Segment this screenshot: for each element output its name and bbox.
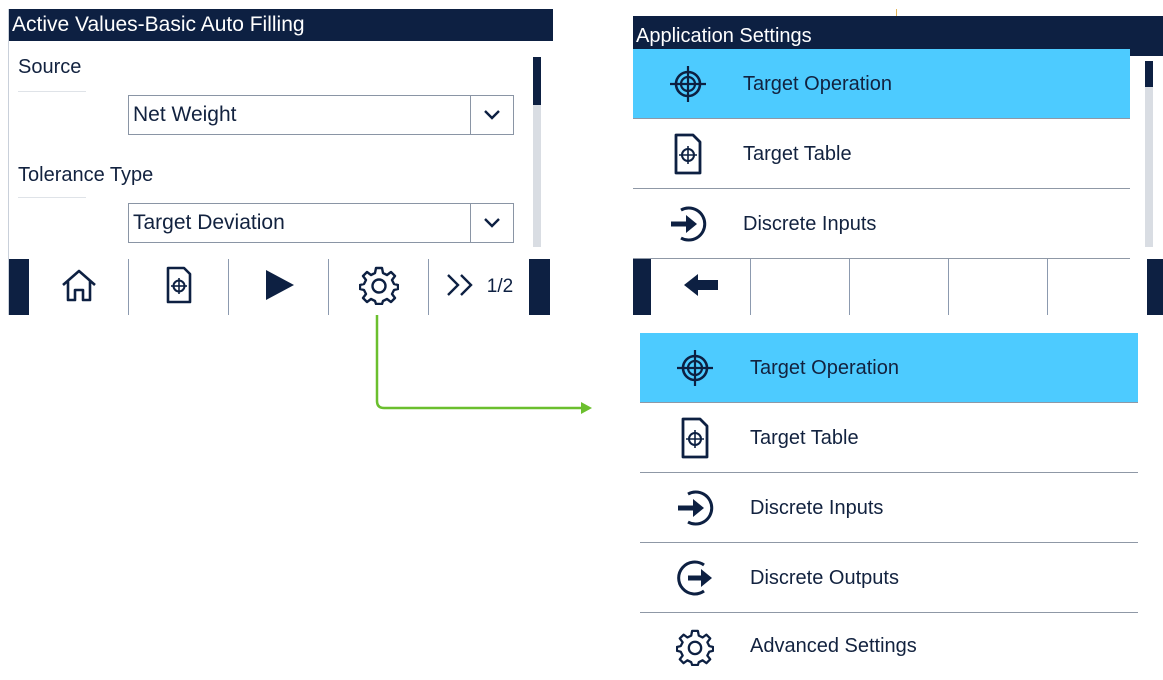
- empty-softkey[interactable]: [751, 259, 850, 315]
- empty-softkey[interactable]: [850, 259, 949, 315]
- menu-item-label: Discrete Inputs: [743, 212, 877, 235]
- empty-softkey[interactable]: [949, 259, 1048, 315]
- softkey-bar: [633, 259, 1163, 315]
- vertical-scrollbar[interactable]: [1145, 61, 1153, 247]
- target-table-softkey[interactable]: [129, 259, 229, 315]
- vertical-scrollbar[interactable]: [533, 57, 541, 247]
- menu-item-target-operation[interactable]: Target Operation: [633, 49, 1130, 119]
- settings-softkey[interactable]: [329, 259, 429, 315]
- menu-item-label: Discrete Inputs: [750, 496, 884, 519]
- back-softkey[interactable]: [651, 259, 751, 315]
- flow-arrow: [375, 315, 592, 414]
- back-arrow-icon: [682, 272, 720, 303]
- start-softkey[interactable]: [229, 259, 329, 315]
- crosshair-icon: [633, 64, 743, 104]
- expanded-application-menu: Target Operation Target Table Discrete I…: [640, 333, 1138, 680]
- menu-item-label: Target Table: [743, 142, 852, 165]
- softkey-bar: 1/2: [9, 259, 550, 315]
- target-table-icon: [640, 417, 750, 459]
- next-page-icon: [445, 273, 481, 302]
- menu-item-discrete-inputs[interactable]: Discrete Inputs: [640, 473, 1138, 543]
- home-icon: [59, 267, 99, 308]
- menu-item-label: Advanced Settings: [750, 635, 917, 657]
- source-select[interactable]: Net Weight: [128, 95, 514, 135]
- discrete-output-icon: [640, 557, 750, 599]
- label-underline: [18, 197, 86, 198]
- screen-title: Active Values-Basic Auto Filling: [9, 9, 553, 41]
- play-icon: [262, 268, 296, 307]
- menu-item-target-operation[interactable]: Target Operation: [640, 333, 1138, 403]
- menu-item-label: Target Operation: [743, 72, 892, 95]
- source-select-value: Net Weight: [133, 103, 237, 126]
- application-settings-screen: Application Settings Target Operation Ta…: [633, 9, 1163, 315]
- gear-icon: [640, 628, 750, 666]
- page-indicator: 1/2: [486, 276, 514, 297]
- divider: [633, 118, 1130, 119]
- home-softkey[interactable]: [29, 259, 129, 315]
- menu-item-advanced-settings[interactable]: Advanced Settings: [640, 613, 1138, 680]
- chevron-down-icon[interactable]: [470, 204, 513, 242]
- target-table-icon: [165, 266, 193, 309]
- tolerance-type-value: Target Deviation: [133, 211, 285, 234]
- scrollbar-thumb[interactable]: [533, 57, 541, 105]
- chevron-down-icon[interactable]: [470, 96, 513, 134]
- empty-softkey[interactable]: [1048, 259, 1147, 315]
- scrollbar-thumb[interactable]: [1145, 61, 1153, 87]
- menu-item-discrete-inputs[interactable]: Discrete Inputs: [633, 189, 1130, 259]
- menu-item-label: Target Operation: [750, 356, 899, 379]
- discrete-input-icon: [640, 487, 750, 529]
- discrete-input-icon: [633, 203, 743, 245]
- menu-item-target-table[interactable]: Target Table: [633, 119, 1130, 189]
- crosshair-icon: [640, 348, 750, 388]
- menu-item-label: Discrete Outputs: [750, 566, 899, 589]
- menu-item-discrete-outputs[interactable]: Discrete Outputs: [640, 543, 1138, 613]
- target-table-icon: [633, 133, 743, 175]
- gear-icon: [358, 265, 399, 310]
- active-values-screen: Active Values-Basic Auto Filling Source …: [8, 9, 553, 315]
- menu-item-target-table[interactable]: Target Table: [640, 403, 1138, 473]
- tolerance-type-select[interactable]: Target Deviation: [128, 203, 514, 243]
- next-page-softkey[interactable]: 1/2: [429, 259, 529, 315]
- tolerance-type-label: Tolerance Type: [18, 164, 154, 186]
- label-underline: [18, 91, 86, 92]
- menu-item-label: Target Table: [750, 426, 859, 449]
- source-label: Source: [18, 56, 82, 78]
